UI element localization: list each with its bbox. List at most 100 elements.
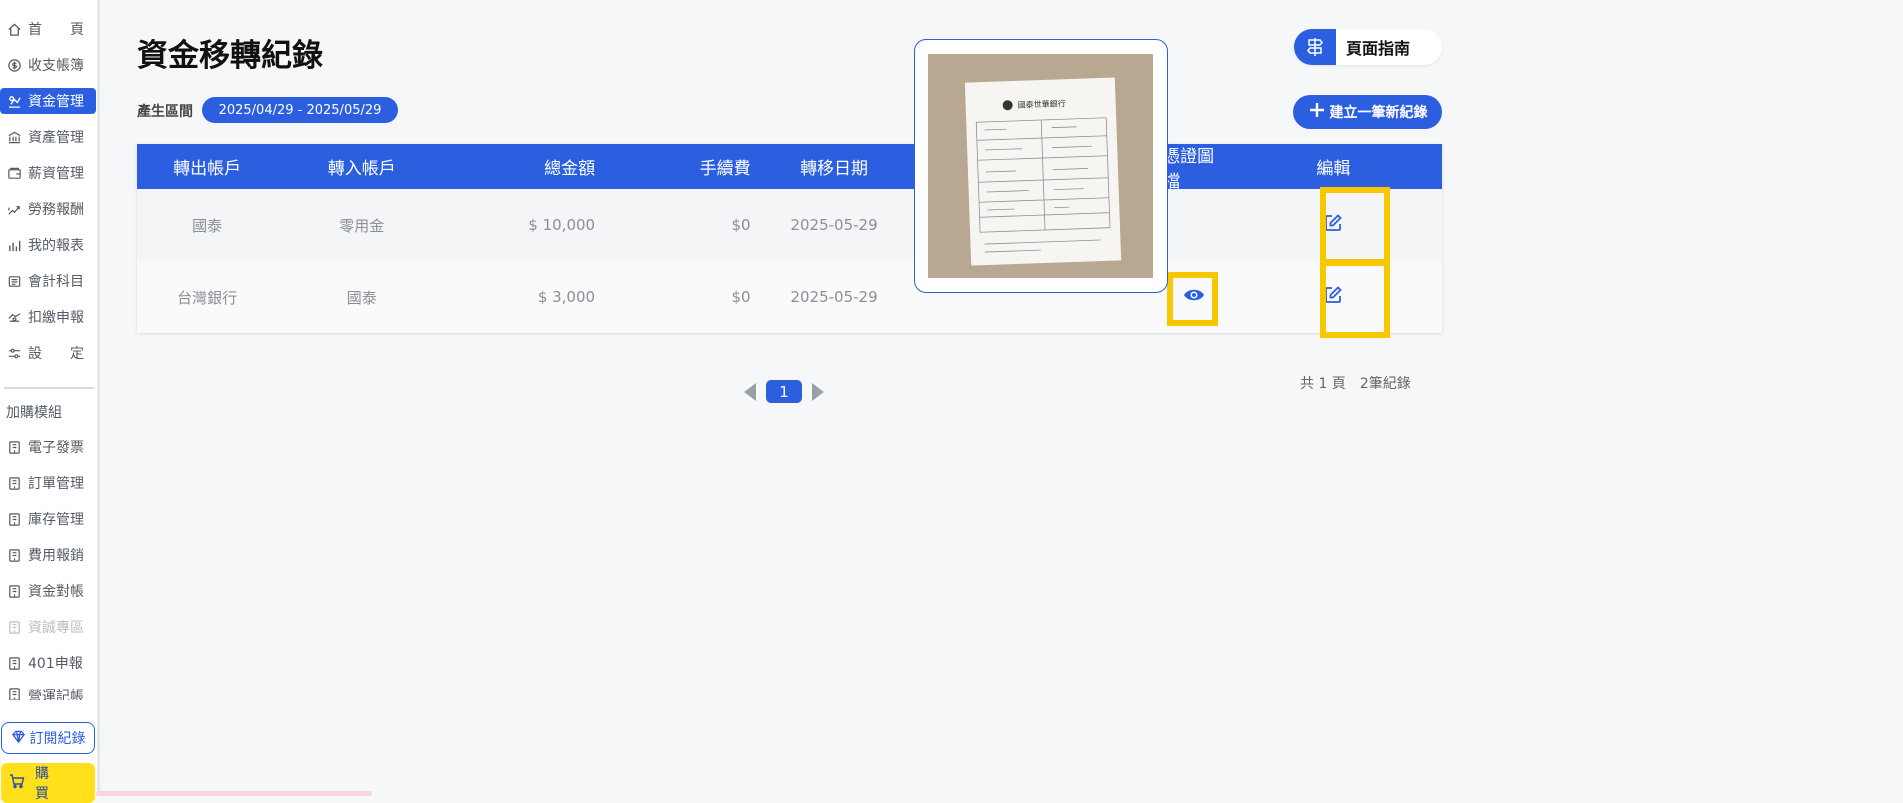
sidebar-item-label: 扣繳申報 [28,310,84,326]
table-row: 台灣銀行 國泰 $ 3,000 $0 2025-05-29 [137,261,1442,333]
column-header: 編輯 [1316,159,1351,179]
handshake-icon [6,201,22,217]
page-guide-button[interactable]: 頁面指南 [1294,29,1442,65]
sidebar-item-funds[interactable]: 資金管理 [0,88,96,114]
receipt-paper: 國泰世華銀行 [964,77,1122,266]
sidebar-item-label: 營運記帳 [28,689,84,700]
table-row: 國泰 零用金 $ 10,000 $0 2025-05-29 [137,189,1442,261]
column-header: 轉入帳戶 [327,159,396,179]
sidebar-item-label: 薪資管理 [28,166,84,182]
sidebar-item-label: 勞務報酬 [28,202,84,218]
pagination-info: 共 1 頁 2筆紀錄 [1300,373,1411,393]
sidebar-item-label: 訂單管理 [28,476,84,492]
total-pages-text: 共 1 頁 [1300,376,1346,392]
page-title: 資金移轉紀錄 [137,38,323,74]
cell-date: 2025-05-29 [790,216,878,234]
sidebar-item-label: 資誠專區 [28,620,84,636]
transfer-icon [6,93,22,109]
module-icon [6,475,22,491]
sidebar-item-label: 我的報表 [28,238,84,254]
receipt-photo: 國泰世華銀行 [928,54,1153,278]
sidebar-item-operations[interactable]: 營運記帳 [0,686,96,700]
buy-button[interactable]: 購買 [1,763,95,803]
subscription-records-label: 訂閱紀錄 [29,731,86,747]
buy-label: 購買 [35,766,67,802]
cell-to-account: 零用金 [339,216,385,235]
prev-page-icon[interactable] [744,382,756,401]
date-range-picker[interactable]: 2025/04/29 - 2025/05/29 [202,97,398,123]
next-page-icon[interactable] [812,382,824,401]
addon-section-title: 加購模組 [6,405,62,421]
sidebar-divider [4,387,94,389]
column-header: 手續費 [699,159,751,179]
module-icon [6,583,22,599]
sidebar-item-labor-fees[interactable]: 勞務報酬 [0,196,96,222]
sidebar-item-label: 費用報銷 [28,548,84,564]
pagination: 1 [744,380,824,403]
sidebar-item-home[interactable]: 首 頁 [0,16,96,42]
cell-date: 2025-05-29 [790,288,878,306]
sidebar-item-label: 首 頁 [28,22,84,38]
cell-amount: $ 3,000 [537,288,596,306]
cell-amount: $ 10,000 [528,216,596,234]
module-icon [6,655,22,671]
page-guide-label: 頁面指南 [1346,39,1411,58]
subscription-records-button[interactable]: 訂閱紀錄 [1,722,95,754]
new-record-button[interactable]: 建立一筆新紀錄 [1293,95,1442,129]
sidebar-item-reports[interactable]: 我的報表 [0,232,96,258]
sidebar-item-withholding[interactable]: 扣繳申報 [0,304,96,330]
edit-highlight-box [1320,260,1390,338]
page-number-button[interactable]: 1 [766,380,802,403]
sidebar-item-e-invoice[interactable]: 電子發票 [0,434,96,460]
receipt-icon [6,309,22,325]
sidebar-item-settings[interactable]: 設 定 [0,340,96,366]
sidebar-item-inventory[interactable]: 庫存管理 [0,506,96,532]
sidebar-item-label: 設 定 [28,346,84,362]
diamond-icon [11,729,26,748]
eye-highlight-box [1167,272,1218,326]
module-icon [6,547,22,563]
column-header: 總金額 [544,159,596,179]
edit-highlight-box [1320,187,1390,265]
ledger-icon [6,273,22,289]
sidebar: 首 頁 收支帳簿 資金管理 資產管理 薪資管理 勞務報酬 我的報表 會計科目 扣… [0,0,100,803]
cell-to-account: 國泰 [346,288,377,307]
date-range-label: 產生區間 [137,104,193,120]
sidebar-item-label: 401申報 [28,656,83,672]
sidebar-item-assets[interactable]: 資產管理 [0,124,96,150]
cell-fee: $0 [731,288,751,306]
column-header: 憑證圖檔 [1163,146,1215,192]
wallet-icon [6,165,22,181]
sliders-icon [6,345,22,361]
cell-from-account: 台灣銀行 [177,288,238,307]
module-icon [6,439,22,455]
sidebar-item-label: 會計科目 [28,274,84,290]
bank-icon [6,129,22,145]
cell-fee: $0 [731,216,751,234]
cell-from-account: 國泰 [192,216,223,235]
receipt-preview-popup: 國泰世華銀行 [914,39,1168,293]
sidebar-item-pwc-zone[interactable]: 資誠專區 [0,614,96,640]
table-header: 轉出帳戶 轉入帳戶 總金額 手續費 轉移日期 憑證圖檔 編輯 [137,144,1442,192]
plus-icon [1308,101,1326,123]
module-icon [6,686,22,700]
toast-edge [96,791,372,796]
column-header: 轉移日期 [800,159,869,179]
sidebar-item-orders[interactable]: 訂單管理 [0,470,96,496]
sidebar-item-accounts[interactable]: 會計科目 [0,268,96,294]
receipt-bank-name: 國泰世華銀行 [1017,98,1065,110]
sidebar-item-label: 電子發票 [28,440,84,456]
total-records-text: 2筆紀錄 [1359,376,1411,392]
sidebar-item-ledger[interactable]: 收支帳簿 [0,52,96,78]
module-icon [6,619,22,635]
signpost-icon [1294,29,1336,65]
sidebar-item-401-filing[interactable]: 401申報 [0,650,96,676]
dollar-circle-icon [6,57,22,73]
sidebar-item-payroll[interactable]: 薪資管理 [0,160,96,186]
sidebar-item-label: 收支帳簿 [28,58,84,74]
sidebar-item-expenses[interactable]: 費用報銷 [0,542,96,568]
home-icon [6,21,22,37]
sidebar-item-label: 資金對帳 [28,584,84,600]
sidebar-item-label: 庫存管理 [28,512,84,528]
sidebar-item-reconcile[interactable]: 資金對帳 [0,578,96,604]
